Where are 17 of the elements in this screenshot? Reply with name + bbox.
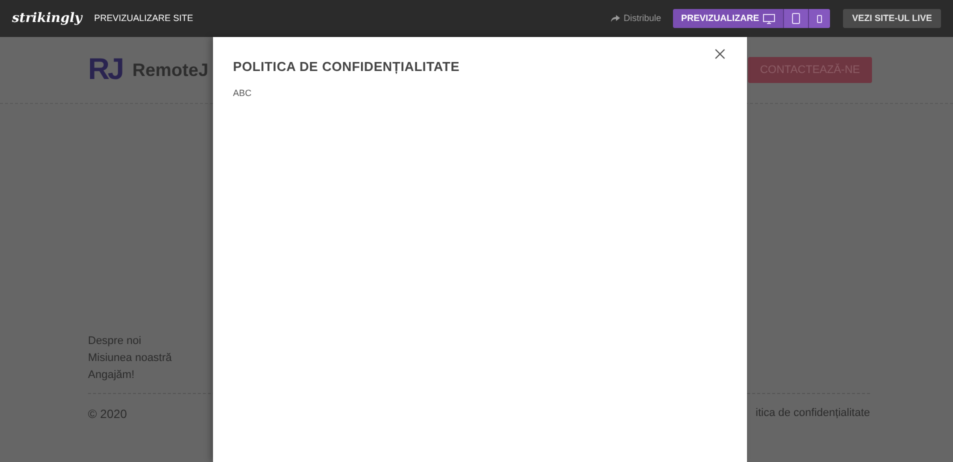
close-icon — [715, 49, 725, 59]
modal-body-text: ABC — [233, 86, 253, 100]
device-preview-button[interactable] — [809, 9, 830, 28]
close-button[interactable] — [713, 47, 727, 61]
tablet-icon — [792, 13, 800, 24]
preview-title: PREVIZUALIZARE SITE — [94, 12, 194, 25]
phone-icon — [817, 14, 822, 22]
monitor-icon — [763, 14, 776, 24]
site-logo[interactable]: RJ — [88, 55, 122, 85]
copyright-text: © 2020 — [88, 406, 127, 423]
device-preview-button[interactable] — [784, 9, 808, 28]
share-arrow-icon — [610, 15, 620, 22]
brand-logo[interactable]: strikingly — [12, 8, 82, 28]
share-link[interactable]: Distribule — [610, 12, 662, 26]
view-live-site-button[interactable]: VEZI SITE-UL LIVE — [843, 9, 941, 28]
modal-title: POLITICA DE CONFIDENȚIALITATE — [233, 58, 461, 76]
preview-desktop-button[interactable]: PREVIZUALIZARE — [673, 9, 784, 28]
